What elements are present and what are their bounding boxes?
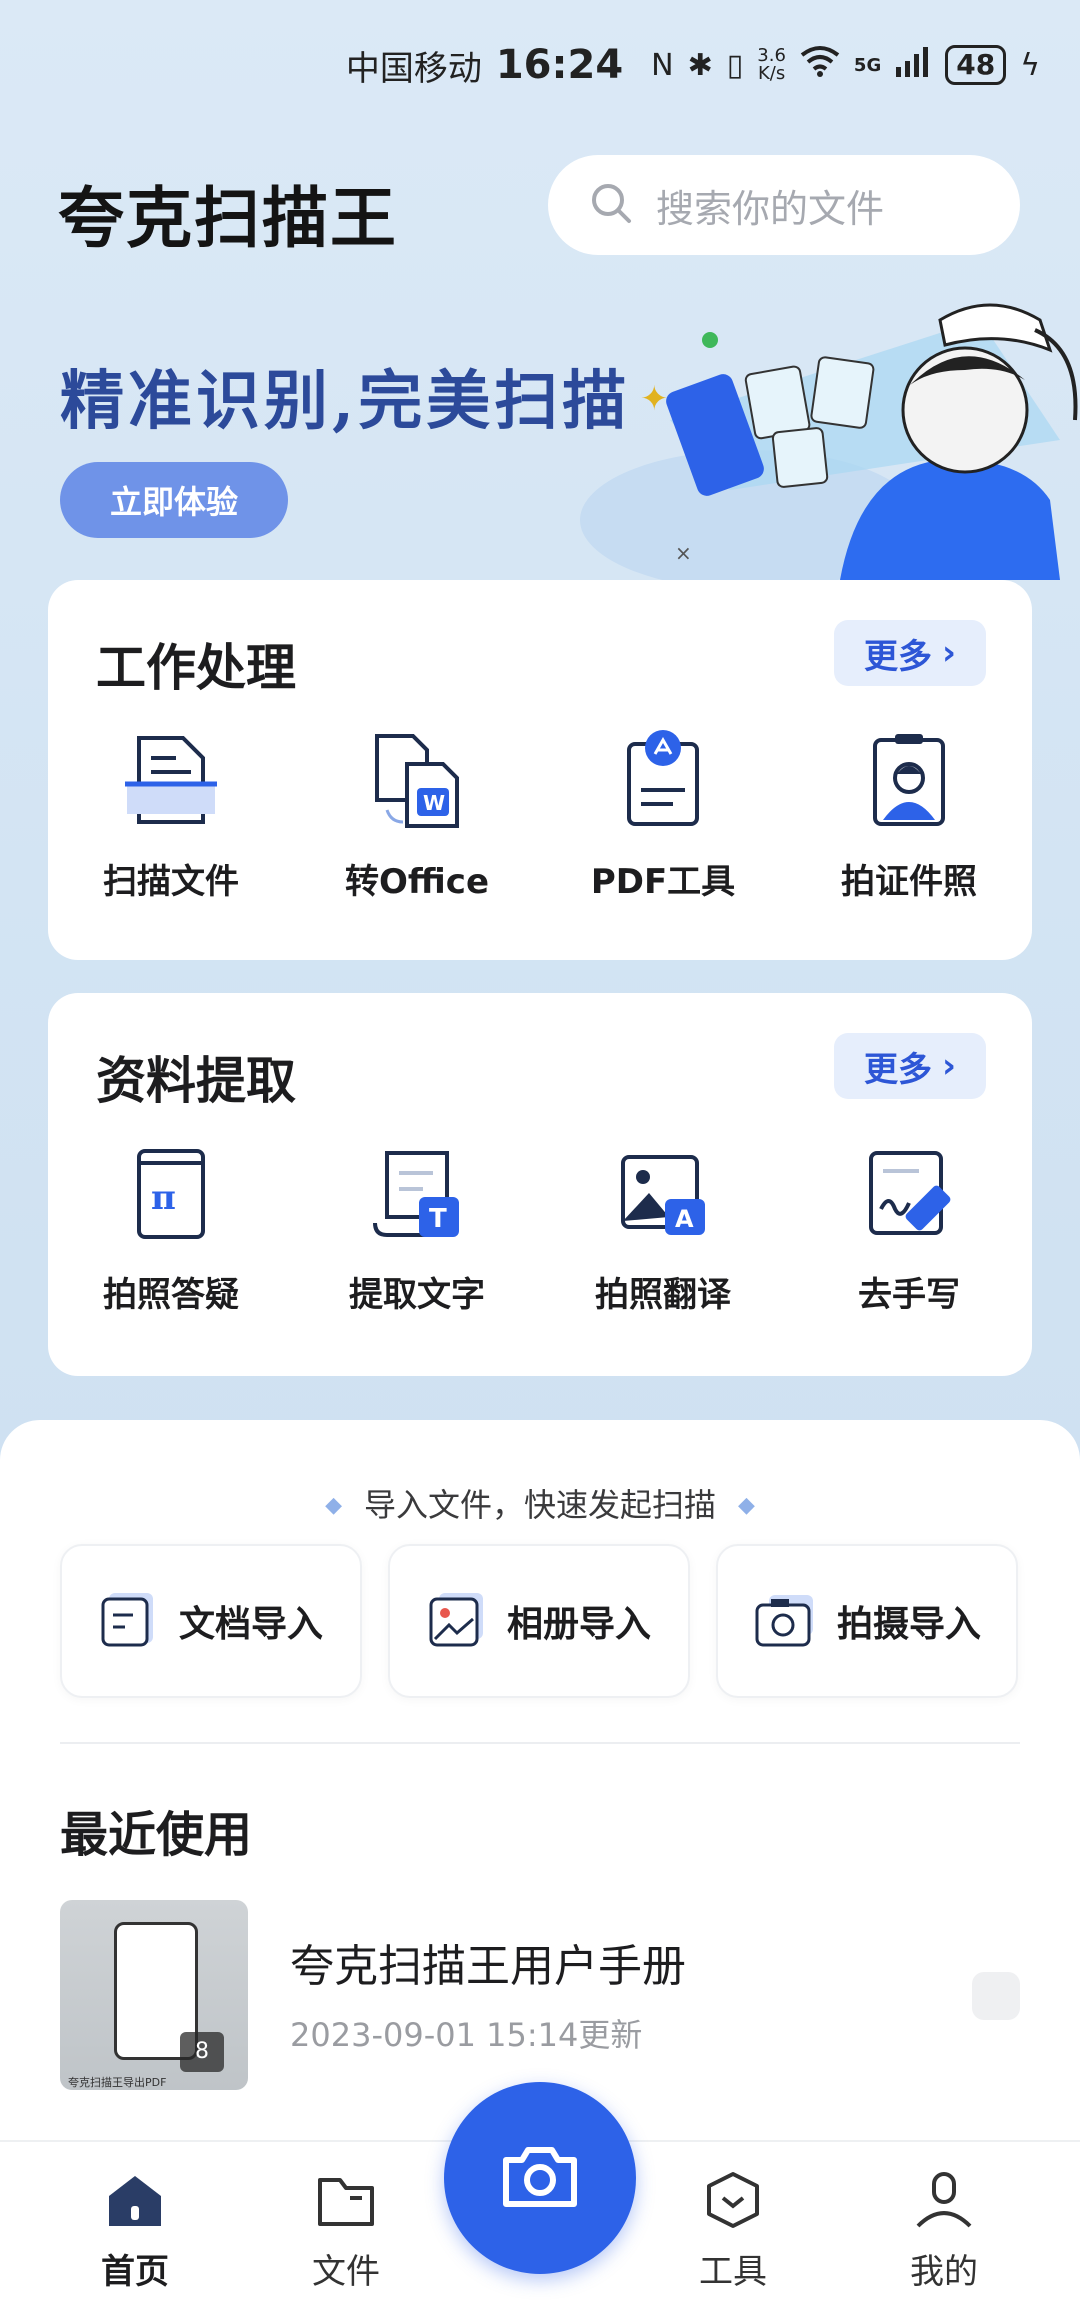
clock: 16:24 bbox=[495, 42, 624, 88]
tool-extract-text[interactable]: T 提取文字 bbox=[294, 1143, 540, 1316]
bluetooth-icon: ✱ bbox=[687, 47, 713, 83]
nav-label: 我的 bbox=[910, 2252, 978, 2292]
nav-files[interactable]: 文件 bbox=[266, 2170, 426, 2293]
document-import-button[interactable]: 文档导入 bbox=[60, 1544, 362, 1698]
work-more-label: 更多 bbox=[863, 636, 932, 677]
network-speed: 3.6 K/s bbox=[757, 47, 786, 83]
work-tool-grid: 扫描文件 W 转Office PDF工具 拍证件照 bbox=[48, 730, 1032, 903]
remove-handwriting-icon bbox=[859, 1143, 959, 1243]
status-bar: 中国移动 16:24 N ✱ ▯ 3.6 K/s 5G 48 ϟ bbox=[0, 0, 1080, 130]
import-hint-text: 导入文件，快速发起扫描 bbox=[363, 1486, 716, 1524]
tool-id-photo[interactable]: 拍证件照 bbox=[786, 730, 1032, 903]
import-label: 相册导入 bbox=[506, 1604, 651, 1645]
import-label: 文档导入 bbox=[178, 1604, 323, 1645]
extract-more-button[interactable]: 更多 › bbox=[834, 1033, 986, 1099]
tool-label: 提取文字 bbox=[349, 1275, 485, 1315]
pdf-tool-icon bbox=[613, 730, 713, 830]
charging-icon: ϟ bbox=[1020, 47, 1040, 83]
nav-home[interactable]: 首页 bbox=[55, 2170, 215, 2293]
tool-label: 转Office bbox=[344, 862, 490, 902]
app-title: 夸克扫描王 bbox=[58, 180, 398, 257]
camera-icon bbox=[498, 2140, 582, 2216]
nav-tools[interactable]: 工具 bbox=[653, 2170, 813, 2293]
import-buttons: 文档导入 相册导入 拍摄导入 bbox=[60, 1544, 1018, 1698]
recent-title: 最近使用 bbox=[60, 1807, 253, 1863]
import-hint: ◆ 导入文件，快速发起扫描 ◆ bbox=[0, 1480, 1080, 1526]
convert-office-icon: W bbox=[367, 730, 467, 830]
nav-profile[interactable]: 我的 bbox=[864, 2170, 1024, 2293]
divider bbox=[60, 1742, 1020, 1744]
network-type: 5G bbox=[853, 54, 882, 76]
camera-import-button[interactable]: 拍摄导入 bbox=[716, 1544, 1018, 1698]
banner-title: 精准识别,完美扫描 bbox=[60, 364, 631, 439]
chevron-right-icon: › bbox=[941, 633, 956, 673]
svg-text:✦: ✦ bbox=[640, 379, 669, 419]
page-count-badge: 8 bbox=[180, 2032, 224, 2072]
tool-pdf[interactable]: PDF工具 bbox=[540, 730, 786, 903]
tool-scan-document[interactable]: 扫描文件 bbox=[48, 730, 294, 903]
extract-tool-grid: π 拍照答疑 T 提取文字 A 拍照翻译 去手写 bbox=[48, 1143, 1032, 1316]
album-import-button[interactable]: 相册导入 bbox=[388, 1544, 690, 1698]
tool-photo-translate[interactable]: A 拍照翻译 bbox=[540, 1143, 786, 1316]
vibrate-icon: ▯ bbox=[726, 47, 744, 83]
folder-icon bbox=[314, 2170, 378, 2234]
work-section-title: 工作处理 bbox=[96, 639, 296, 697]
file-thumbnail: 8 夸克扫描王导出PDF bbox=[60, 1900, 248, 2090]
album-import-icon bbox=[427, 1589, 487, 1653]
chevron-right-icon: › bbox=[941, 1046, 956, 1086]
diamond-icon: ◆ bbox=[325, 1493, 342, 1518]
camera-button[interactable] bbox=[444, 2082, 636, 2274]
file-name: 夸克扫描王用户手册 bbox=[290, 1941, 686, 1992]
tool-label: 拍证件照 bbox=[841, 862, 977, 902]
svg-text:W: W bbox=[423, 791, 445, 815]
tool-label: 拍照翻译 bbox=[595, 1275, 731, 1315]
extract-more-label: 更多 bbox=[863, 1049, 932, 1090]
search-icon bbox=[590, 182, 632, 228]
id-photo-icon bbox=[859, 730, 959, 830]
search-placeholder: 搜索你的文件 bbox=[656, 186, 885, 231]
tool-convert-office[interactable]: W 转Office bbox=[294, 730, 540, 903]
profile-icon bbox=[912, 2170, 976, 2234]
carrier-name: 中国移动 bbox=[345, 48, 482, 89]
svg-text:A: A bbox=[675, 1205, 694, 1233]
tool-remove-handwriting[interactable]: 去手写 bbox=[786, 1143, 1032, 1316]
document-import-icon bbox=[99, 1589, 159, 1653]
signal-icon bbox=[895, 45, 931, 85]
nfc-icon: N bbox=[651, 47, 674, 83]
recent-file-item[interactable]: 8 夸克扫描王导出PDF 夸克扫描王用户手册 2023-09-01 15:14更… bbox=[60, 1900, 1020, 2090]
scan-document-icon bbox=[121, 730, 221, 830]
extract-section-card: 资料提取 更多 › π 拍照答疑 T 提取文字 A 拍照翻译 去手写 bbox=[48, 993, 1032, 1376]
svg-text:π: π bbox=[151, 1178, 176, 1218]
camera-import-icon bbox=[753, 1589, 817, 1653]
work-section-card: 工作处理 更多 › 扫描文件 W 转Office PDF工具 拍证件照 bbox=[48, 580, 1032, 960]
search-input[interactable]: 搜索你的文件 bbox=[548, 155, 1020, 255]
battery-level: 48 bbox=[945, 45, 1007, 85]
home-icon bbox=[103, 2170, 167, 2234]
tool-label: PDF工具 bbox=[590, 862, 736, 902]
try-now-button[interactable]: 立即体验 bbox=[60, 462, 288, 538]
network-speed-unit: K/s bbox=[757, 63, 786, 84]
question-answer-icon: π bbox=[121, 1143, 221, 1243]
photo-translate-icon: A bbox=[613, 1143, 713, 1243]
extract-section-title: 资料提取 bbox=[96, 1052, 296, 1110]
banner-illustration[interactable]: ✦ × bbox=[580, 290, 1080, 590]
tool-question-answer[interactable]: π 拍照答疑 bbox=[48, 1143, 294, 1316]
import-label: 拍摄导入 bbox=[836, 1604, 981, 1645]
svg-text:T: T bbox=[429, 1204, 447, 1234]
extract-text-icon: T bbox=[367, 1143, 467, 1243]
work-more-button[interactable]: 更多 › bbox=[834, 620, 986, 686]
thumbnail-caption: 夸克扫描王导出PDF bbox=[68, 2076, 167, 2089]
svg-text:×: × bbox=[675, 541, 692, 565]
tool-label: 拍照答疑 bbox=[103, 1275, 239, 1315]
nav-label: 首页 bbox=[101, 2252, 169, 2292]
tools-icon bbox=[701, 2170, 765, 2234]
wifi-icon bbox=[800, 45, 840, 85]
file-updated-time: 2023-09-01 15:14更新 bbox=[290, 2016, 643, 2054]
nav-label: 工具 bbox=[699, 2252, 767, 2292]
tool-label: 扫描文件 bbox=[103, 862, 239, 902]
select-checkbox[interactable] bbox=[972, 1972, 1020, 2020]
nav-label: 文件 bbox=[312, 2252, 380, 2292]
tool-label: 去手写 bbox=[858, 1275, 960, 1315]
diamond-icon: ◆ bbox=[738, 1493, 755, 1518]
